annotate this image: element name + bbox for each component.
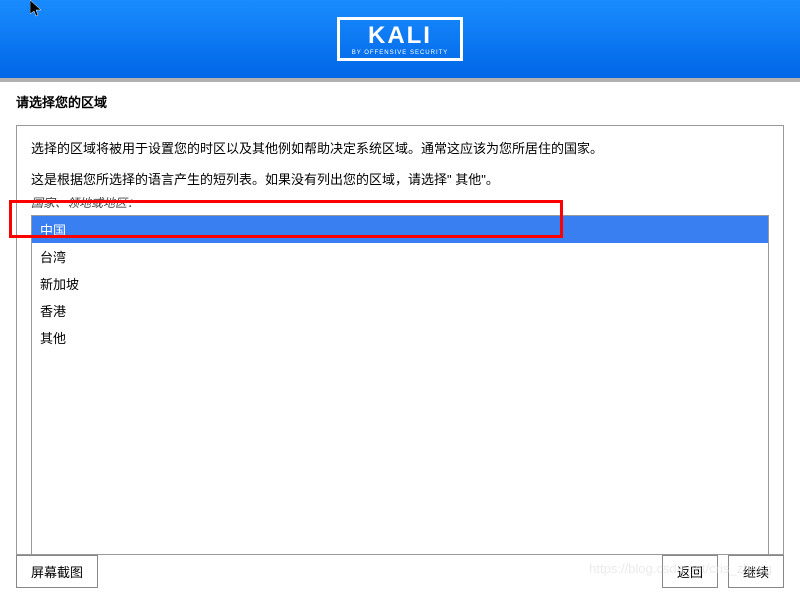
continue-button[interactable]: 继续 <box>728 555 784 588</box>
installer-header: KALI BY OFFENSIVE SECURITY <box>0 0 800 78</box>
page-title: 请选择您的区域 <box>0 82 800 119</box>
logo-subtitle: BY OFFENSIVE SECURITY <box>352 50 449 56</box>
list-item[interactable]: 台湾 <box>32 243 768 270</box>
footer-bar: 屏幕截图 返回 继续 <box>0 555 800 588</box>
description-line2: 这是根据您所选择的语言产生的短列表。如果没有列出您的区域，请选择" 其他"。 <box>31 169 769 188</box>
list-item[interactable]: 中国 <box>32 216 768 243</box>
content-panel: 选择的区域将被用于设置您的时区以及其他例如帮助决定系统区域。通常这应该为您所居住… <box>16 125 784 555</box>
description-line1: 选择的区域将被用于设置您的时区以及其他例如帮助决定系统区域。通常这应该为您所居住… <box>31 138 769 157</box>
list-item[interactable]: 新加坡 <box>32 270 768 297</box>
back-button[interactable]: 返回 <box>662 555 718 588</box>
footer-right-group: 返回 继续 <box>662 555 784 588</box>
region-listbox[interactable]: 中国台湾新加坡香港其他 <box>31 215 769 555</box>
kali-logo: KALI BY OFFENSIVE SECURITY <box>337 17 464 61</box>
list-item[interactable]: 其他 <box>32 324 768 351</box>
list-label: 国家、领地或地区： <box>31 194 769 211</box>
logo-text: KALI <box>352 24 449 48</box>
screenshot-button[interactable]: 屏幕截图 <box>16 555 98 588</box>
list-item[interactable]: 香港 <box>32 297 768 324</box>
